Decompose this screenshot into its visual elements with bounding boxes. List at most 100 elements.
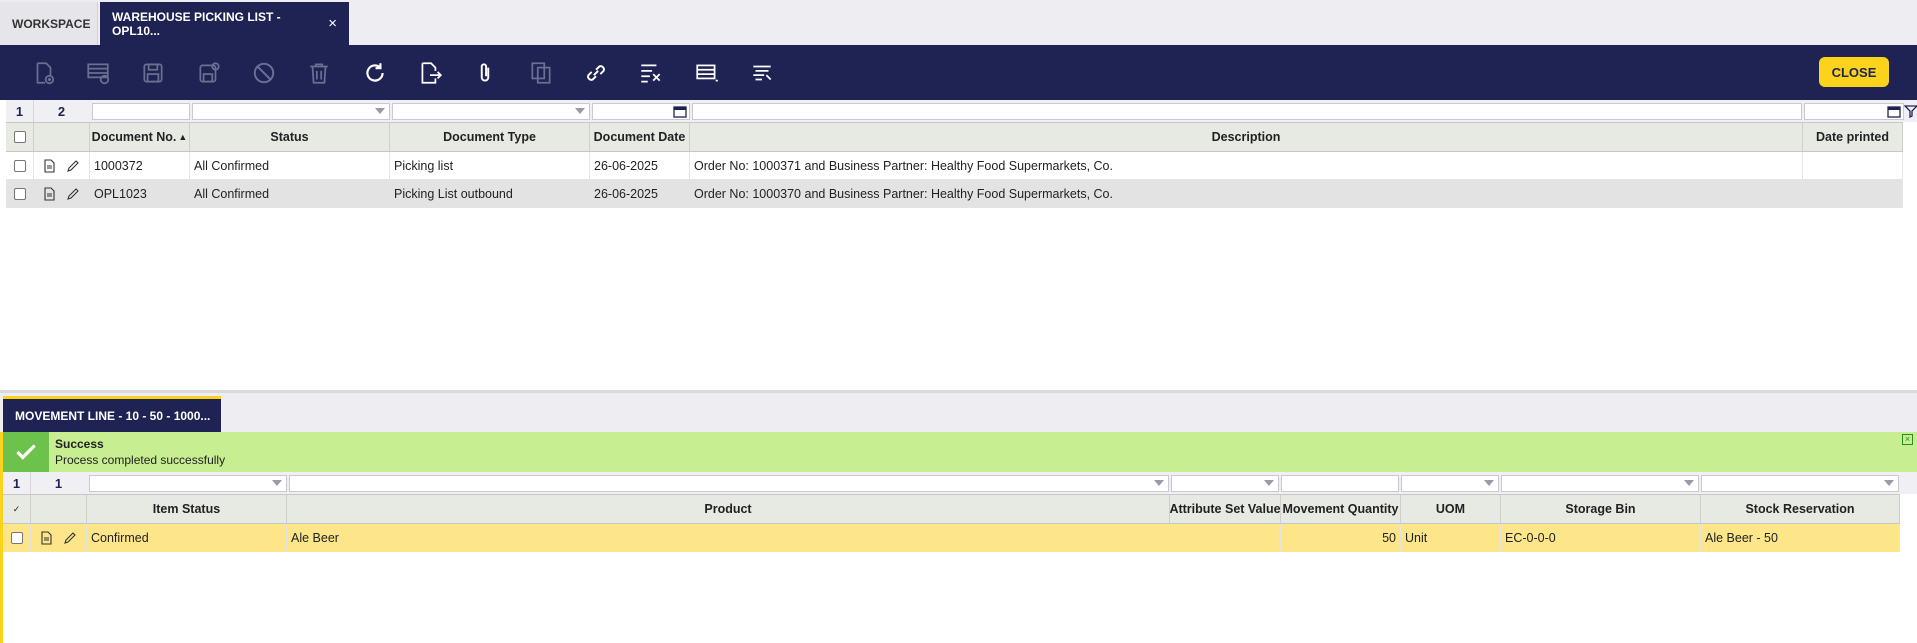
filter-document-no[interactable] xyxy=(92,103,190,120)
cell-status: All Confirmed xyxy=(190,152,390,179)
close-tab-icon[interactable]: × xyxy=(328,15,337,32)
cell-uom: Unit xyxy=(1401,524,1501,552)
tab-movement-line[interactable]: MOVEMENT LINE - 10 - 50 - 1000... xyxy=(3,396,221,432)
form-view-icon[interactable] xyxy=(39,531,53,545)
close-message-icon[interactable]: × xyxy=(1902,434,1913,445)
cell-date-printed xyxy=(1803,152,1903,179)
select-all-cell xyxy=(6,123,34,151)
window-tab-bar: WORKSPACE WAREHOUSE PICKING LIST - OPL10… xyxy=(0,0,1917,45)
column-header-document-date[interactable]: Document Date xyxy=(590,123,690,151)
cell-status: All Confirmed xyxy=(190,180,390,208)
column-header-attribute-set[interactable]: Attribute Set Value xyxy=(1170,495,1281,523)
process-icon[interactable] xyxy=(637,59,665,87)
row-select-cell xyxy=(6,152,34,179)
save-close-icon[interactable] xyxy=(195,59,223,87)
form-view-icon[interactable] xyxy=(42,158,56,173)
cell-description: Order No: 1000371 and Business Partner: … xyxy=(690,152,1803,179)
attachment-icon[interactable] xyxy=(471,59,499,87)
column-header-document-no[interactable]: Document No. ▲ xyxy=(90,123,190,151)
cell-stock-reservation: Ale Beer - 50 xyxy=(1701,524,1900,552)
close-button[interactable]: CLOSE xyxy=(1819,57,1889,87)
filter-item-status[interactable] xyxy=(89,475,287,492)
filter-status[interactable] xyxy=(192,103,390,120)
cell-document-no: OPL1023 xyxy=(90,180,190,208)
edit-pencil-icon[interactable] xyxy=(66,159,80,173)
column-header-storage-bin[interactable]: Storage Bin xyxy=(1501,495,1701,523)
export-icon[interactable] xyxy=(416,59,444,87)
cell-product: Ale Beer xyxy=(287,524,1170,552)
chevron-down-icon[interactable] xyxy=(375,108,385,114)
select-all-checkbox[interactable] xyxy=(13,131,26,143)
grid-view-icon[interactable] xyxy=(693,59,721,87)
cell-document-no: 1000372 xyxy=(90,152,190,179)
cell-attribute-set xyxy=(1170,524,1281,552)
row-checkbox[interactable] xyxy=(13,188,26,200)
column-header-date-printed[interactable]: Date printed xyxy=(1803,123,1903,151)
chevron-down-icon[interactable] xyxy=(1684,480,1694,486)
filter-description[interactable] xyxy=(692,103,1802,120)
filter-funnel-icon[interactable] xyxy=(1904,104,1917,118)
row-actions xyxy=(31,524,87,552)
column-header-document-type[interactable]: Document Type xyxy=(390,123,590,151)
table-row[interactable]: 1000372 All Confirmed Picking list 26-06… xyxy=(6,152,1903,180)
column-header-item-status[interactable]: Item Status xyxy=(87,495,287,523)
delete-icon[interactable] xyxy=(305,59,333,87)
column-header-movement-quantity[interactable]: Movement Quantity xyxy=(1281,495,1401,523)
chevron-down-icon[interactable] xyxy=(1154,480,1164,486)
movement-line-grid: 1 1 ✓ Item Status Product Attribute Set … xyxy=(0,472,1917,643)
filter-date-printed[interactable] xyxy=(1804,103,1904,120)
column-header-description[interactable]: Description xyxy=(690,123,1803,151)
filter-document-date[interactable] xyxy=(592,103,690,120)
filter-storage-bin[interactable] xyxy=(1501,475,1699,492)
save-icon[interactable] xyxy=(139,59,167,87)
filter-list-icon[interactable] xyxy=(748,59,776,87)
filter-stock-reservation[interactable] xyxy=(1701,475,1899,492)
calendar-icon[interactable] xyxy=(1887,105,1901,118)
refresh-icon[interactable] xyxy=(361,59,389,87)
chevron-down-icon[interactable] xyxy=(575,108,585,114)
column-header-uom[interactable]: UOM xyxy=(1401,495,1501,523)
filter-product[interactable] xyxy=(289,475,1169,492)
tab-warehouse-picking-list[interactable]: WAREHOUSE PICKING LIST - OPL10... × xyxy=(100,2,349,45)
edit-pencil-icon[interactable] xyxy=(63,531,77,545)
chevron-down-icon[interactable] xyxy=(1884,480,1894,486)
chevron-down-icon[interactable] xyxy=(1264,480,1274,486)
new-row-icon[interactable] xyxy=(84,59,112,87)
cancel-icon[interactable] xyxy=(250,59,278,87)
link-icon[interactable] xyxy=(582,59,610,87)
filter-document-type[interactable] xyxy=(392,103,590,120)
edit-pencil-icon[interactable] xyxy=(66,187,80,201)
tab-workspace[interactable]: WORKSPACE xyxy=(0,2,98,45)
table-row[interactable]: OPL1023 All Confirmed Picking List outbo… xyxy=(6,180,1903,208)
copy-record-icon[interactable] xyxy=(527,59,555,87)
filter-attribute-set[interactable] xyxy=(1171,475,1279,492)
column-label: Document No. xyxy=(91,130,177,144)
chevron-down-icon[interactable] xyxy=(1484,480,1494,486)
cell-item-status: Confirmed xyxy=(87,524,287,552)
tab-workspace-label: WORKSPACE xyxy=(12,16,91,31)
new-document-icon[interactable] xyxy=(30,59,58,87)
check-icon xyxy=(3,432,49,472)
row-checkbox[interactable] xyxy=(10,532,23,544)
row-select-cell xyxy=(6,180,34,208)
cell-document-date: 26-06-2025 xyxy=(590,152,690,179)
filter-movement-quantity[interactable] xyxy=(1281,475,1399,492)
column-header-stock-reservation[interactable]: Stock Reservation xyxy=(1701,495,1900,523)
cell-date-printed xyxy=(1803,180,1903,208)
chevron-down-icon[interactable] xyxy=(272,480,282,486)
form-view-icon[interactable] xyxy=(42,187,56,201)
select-all-icon[interactable]: ✓ xyxy=(3,495,31,523)
filter-uom[interactable] xyxy=(1401,475,1499,492)
table-row[interactable]: Confirmed Ale Beer 50 Unit EC-0-0-0 Ale … xyxy=(3,524,1900,552)
row-actions xyxy=(34,180,90,208)
column-header-status[interactable]: Status xyxy=(190,123,390,151)
calendar-icon[interactable] xyxy=(673,105,687,118)
cell-movement-quantity: 50 xyxy=(1281,524,1401,552)
column-header-product[interactable]: Product xyxy=(287,495,1170,523)
cell-description: Order No: 1000370 and Business Partner: … xyxy=(690,180,1803,208)
toolbar: CLOSE xyxy=(0,45,1917,100)
selected-count: 1 xyxy=(3,472,31,494)
row-checkbox[interactable] xyxy=(13,159,26,172)
row-actions-header xyxy=(34,123,90,151)
row-actions-header xyxy=(31,495,87,523)
